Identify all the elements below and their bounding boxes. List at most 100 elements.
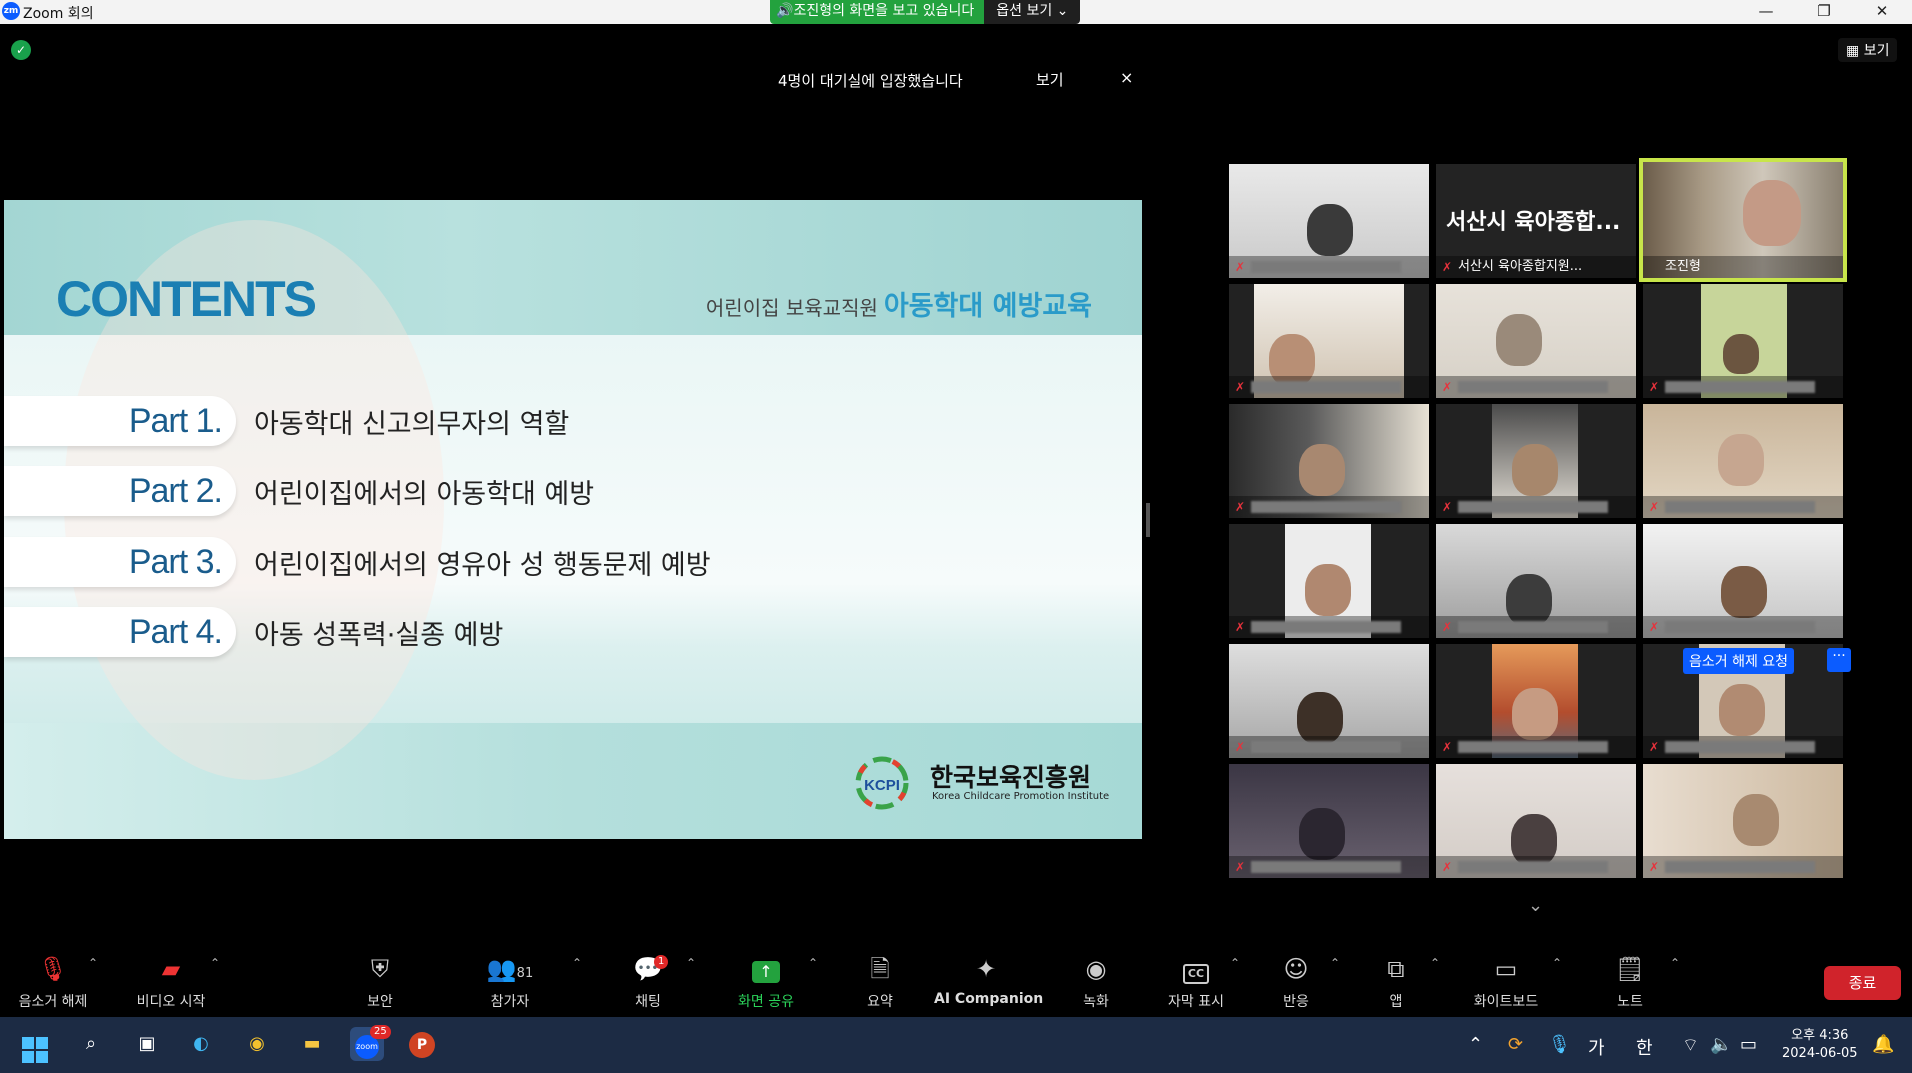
grid-icon: ▦ xyxy=(1846,43,1860,59)
video-tile[interactable]: ✗ xyxy=(1643,404,1843,518)
gallery-view-button[interactable]: ▦ 보기 xyxy=(1838,38,1898,62)
waiting-room-view-button[interactable]: 보기 xyxy=(1036,69,1064,90)
video-tile-active-speaker[interactable]: 조진형 xyxy=(1639,158,1847,282)
video-tile[interactable]: 서산시 육아종합... 서산시 육아종합지원... ✗ xyxy=(1436,164,1636,278)
participant-name xyxy=(1229,616,1429,638)
ai-companion-button[interactable]: ✦ AI Companion xyxy=(934,942,1043,1015)
summary-button[interactable]: 🗎 요약 xyxy=(850,942,910,1015)
more-options-button[interactable]: ··· xyxy=(1827,648,1851,672)
ime-mode-han[interactable]: 한 xyxy=(1636,1034,1653,1060)
summary-label: 요약 xyxy=(867,994,893,1010)
file-explorer-icon[interactable]: ▬ xyxy=(295,1027,329,1061)
windows-start-icon[interactable] xyxy=(18,1027,52,1063)
caret-up-icon[interactable]: ⌃ xyxy=(686,956,696,970)
volume-icon[interactable]: 🔈 xyxy=(1710,1034,1732,1055)
mic-muted-icon: ✗ xyxy=(1442,860,1453,874)
mute-button[interactable]: 🎙 음소거 해제 ⌃ xyxy=(8,942,99,1015)
participant-name xyxy=(1643,856,1843,878)
video-button[interactable]: ▰ 비디오 시작 ⌃ xyxy=(126,942,221,1015)
chevron-down-icon[interactable]: ⌄ xyxy=(1528,895,1543,916)
minimize-button[interactable]: — xyxy=(1738,0,1794,24)
video-tile[interactable]: ✗ xyxy=(1229,164,1429,278)
end-meeting-button[interactable]: 종료 xyxy=(1824,966,1901,1000)
caret-up-icon[interactable]: ⌃ xyxy=(572,956,582,970)
caret-up-icon[interactable]: ⌃ xyxy=(1430,956,1440,970)
whiteboard-button[interactable]: ▭ 화이트보드 ⌃ xyxy=(1466,942,1562,1015)
record-button[interactable]: ◉ 녹화 xyxy=(1066,942,1126,1015)
powerpoint-icon[interactable]: P xyxy=(405,1027,439,1061)
reactions-button[interactable]: ☺ 반응 ⌃ xyxy=(1266,942,1340,1015)
mic-muted-icon: ✗ xyxy=(1442,500,1453,514)
video-tile[interactable]: ✗ xyxy=(1229,404,1429,518)
mic-muted-icon: ✗ xyxy=(1235,860,1246,874)
caret-up-icon[interactable]: ⌃ xyxy=(1330,956,1340,970)
notification-bell-icon[interactable]: 🔔 xyxy=(1872,1034,1894,1055)
notice-close-icon[interactable]: × xyxy=(1120,68,1133,87)
part-label: Part 2. xyxy=(4,466,236,516)
slide-heading: CONTENTS xyxy=(56,271,317,327)
split-resize-handle[interactable] xyxy=(1146,503,1150,537)
video-tile[interactable]: ✗ xyxy=(1229,764,1429,878)
sync-icon[interactable]: ⟳ xyxy=(1508,1034,1523,1055)
caret-up-icon[interactable]: ⌃ xyxy=(88,956,98,970)
video-tile[interactable]: ✗ xyxy=(1229,524,1429,638)
notes-label: 노트 xyxy=(1617,994,1643,1010)
video-tile[interactable]: ✗ xyxy=(1436,404,1636,518)
task-view-icon[interactable]: ▣ xyxy=(130,1027,164,1061)
participant-name xyxy=(1436,856,1636,878)
captions-button[interactable]: CC 자막 표시 ⌃ xyxy=(1160,942,1240,1015)
video-tile[interactable]: ✗ xyxy=(1436,764,1636,878)
video-tile[interactable]: ✗ xyxy=(1436,524,1636,638)
org-name: 한국보육진흥원 xyxy=(930,763,1092,792)
battery-icon[interactable]: ▭ xyxy=(1740,1034,1757,1055)
video-tile[interactable]: ✗ xyxy=(1643,764,1843,878)
restore-button[interactable]: ❐ xyxy=(1796,0,1852,24)
share-screen-button[interactable]: ↑ 화면 공유 ⌃ xyxy=(728,942,818,1015)
security-button[interactable]: ⛨ 보안 xyxy=(350,942,410,1015)
mic-off-icon: 🎙 xyxy=(37,955,69,983)
security-shield-icon[interactable]: ✓ xyxy=(11,40,31,60)
mic-muted-icon: ✗ xyxy=(1235,620,1246,634)
ime-mode-ga[interactable]: 가 xyxy=(1588,1034,1605,1060)
video-tile[interactable]: ✗ xyxy=(1436,284,1636,398)
chevron-up-icon[interactable]: ⌃ xyxy=(1468,1034,1483,1055)
system-clock[interactable]: 오후 4:36 2024-06-05 xyxy=(1782,1027,1858,1063)
participants-button[interactable]: 👥81 참가자 ⌃ xyxy=(480,942,582,1015)
mic-muted-icon: ✗ xyxy=(1649,860,1660,874)
edge-browser-icon[interactable]: ◐ xyxy=(184,1027,218,1061)
org-name-en: Korea Childcare Promotion Institute xyxy=(932,791,1110,802)
notes-button[interactable]: 🗒 노트 ⌃ xyxy=(1600,942,1680,1015)
chat-button[interactable]: 💬 1 채팅 ⌃ xyxy=(618,942,696,1015)
zoom-logo-icon: zm xyxy=(2,2,20,20)
participant-display-name: 서산시 육아종합... xyxy=(1446,210,1621,235)
mic-muted-icon: ✗ xyxy=(1235,500,1246,514)
unmute-request-button[interactable]: 음소거 해제 요청 xyxy=(1683,648,1795,674)
apps-button[interactable]: ⧉ 앱 ⌃ xyxy=(1366,942,1440,1015)
share-label: 화면 공유 xyxy=(738,994,794,1010)
video-tile[interactable]: ✗ xyxy=(1643,524,1843,638)
part-text: 어린이집에서의 아동학대 예방 xyxy=(254,478,595,510)
search-icon[interactable]: ⌕ xyxy=(74,1027,108,1061)
video-tile[interactable]: ✗ xyxy=(1229,284,1429,398)
caret-up-icon[interactable]: ⌃ xyxy=(1670,956,1680,970)
share-status: 🔊조진형의 화면을 보고 있습니다 xyxy=(770,0,985,24)
participant-name xyxy=(1229,376,1429,398)
chrome-browser-icon[interactable]: ◉ xyxy=(240,1027,274,1061)
wifi-icon[interactable]: ⌔ xyxy=(1682,1034,1699,1057)
caret-up-icon[interactable]: ⌃ xyxy=(1230,956,1240,970)
microphone-icon[interactable]: 🎙 xyxy=(1548,1034,1571,1055)
close-window-button[interactable]: ✕ xyxy=(1854,0,1910,24)
video-tile[interactable]: ✗ xyxy=(1229,644,1429,758)
share-up-arrow-icon: ↑ xyxy=(728,948,804,990)
caret-up-icon[interactable]: ⌃ xyxy=(1552,956,1562,970)
participant-name xyxy=(1436,616,1636,638)
view-options-button[interactable]: 옵션 보기 ⌄ xyxy=(984,0,1081,24)
video-tile[interactable]: ✗ xyxy=(1643,284,1843,398)
caret-up-icon[interactable]: ⌃ xyxy=(210,956,220,970)
caret-up-icon[interactable]: ⌃ xyxy=(808,956,818,970)
chevron-down-icon: ⌄ xyxy=(1056,3,1069,19)
zoom-taskbar-icon[interactable]: zoom 25 xyxy=(350,1025,391,1061)
notes-icon: 🗒 xyxy=(1614,955,1646,983)
video-tile[interactable]: ✗ xyxy=(1436,644,1636,758)
shield-icon: ⛨ xyxy=(371,955,389,983)
